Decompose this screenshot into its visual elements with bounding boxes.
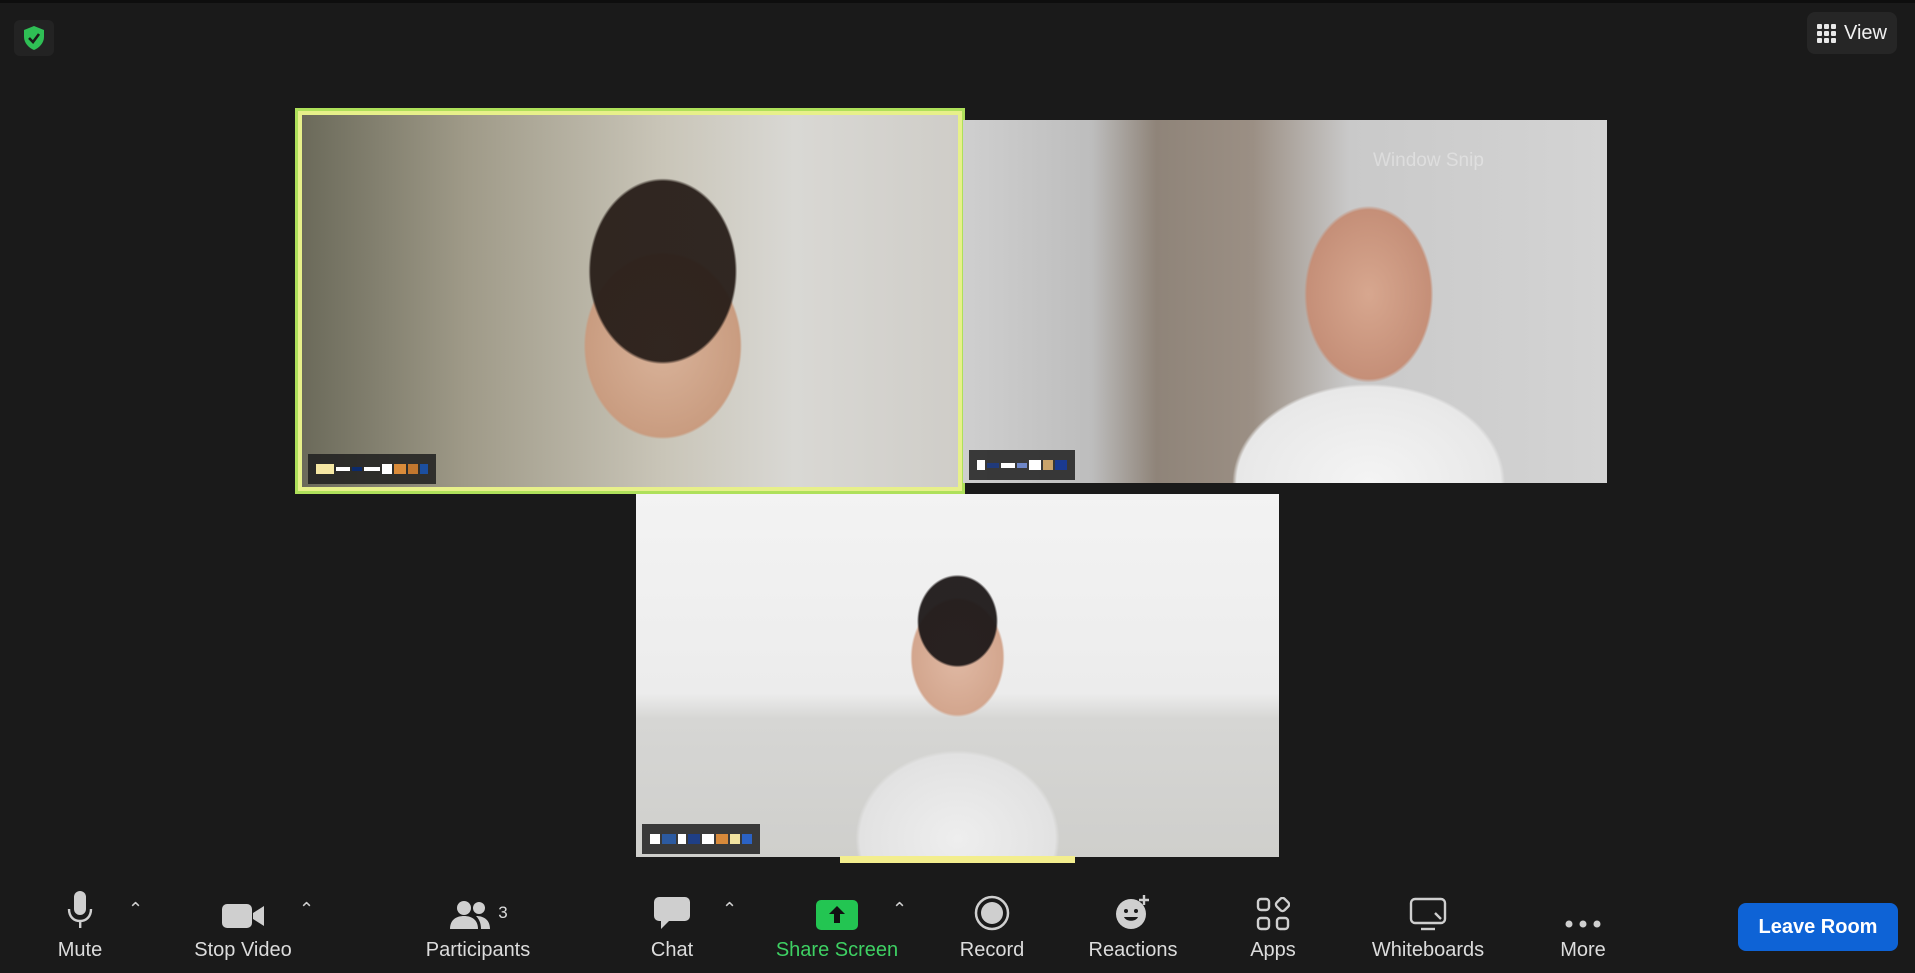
participant-name-tag — [969, 450, 1075, 480]
view-button[interactable]: View — [1807, 12, 1897, 54]
stop-video-label: Stop Video — [194, 939, 292, 961]
more-button[interactable]: More — [1554, 887, 1612, 962]
mute-label: Mute — [57, 939, 103, 961]
top-edge — [0, 0, 1915, 3]
active-speaker-indicator — [840, 856, 1075, 863]
reactions-label: Reactions — [1088, 939, 1178, 961]
video-options-chevron-icon[interactable]: ⌃ — [299, 899, 314, 920]
chat-bubble-icon — [653, 887, 691, 931]
record-button[interactable]: Record — [954, 887, 1030, 962]
window-snip-watermark: Window Snip — [1373, 150, 1484, 171]
whiteboard-icon — [1409, 887, 1447, 931]
video-tile-participant-3[interactable] — [636, 494, 1279, 857]
participants-label: Participants — [425, 939, 531, 961]
share-screen-icon — [816, 887, 858, 931]
apps-label: Apps — [1250, 939, 1296, 961]
participants-icon — [450, 901, 491, 929]
more-label: More — [1560, 939, 1606, 961]
video-tile-participant-1[interactable] — [302, 115, 958, 487]
chat-label: Chat — [650, 939, 694, 961]
video-tile-participant-2[interactable]: Window Snip — [963, 120, 1607, 483]
share-options-chevron-icon[interactable]: ⌃ — [892, 899, 907, 920]
more-dots-icon — [1563, 887, 1603, 931]
participant-name-tag — [642, 824, 760, 854]
reactions-button[interactable]: Reactions — [1084, 887, 1182, 962]
microphone-icon — [65, 887, 95, 931]
record-icon — [974, 887, 1010, 931]
whiteboards-button[interactable]: Whiteboards — [1364, 887, 1492, 962]
apps-icon — [1256, 887, 1290, 931]
chat-button[interactable]: Chat — [640, 887, 704, 962]
participants-button[interactable]: 3 Participants — [420, 887, 536, 962]
participant-count: 3 — [498, 903, 508, 922]
chat-options-chevron-icon[interactable]: ⌃ — [722, 899, 737, 920]
encryption-shield-icon[interactable] — [14, 20, 54, 56]
participants-icon-group: 3 — [448, 887, 508, 931]
meeting-toolbar: Mute ⌃ Stop Video ⌃ 3 Participants Chat … — [0, 873, 1915, 973]
whiteboards-label: Whiteboards — [1371, 939, 1485, 961]
audio-options-chevron-icon[interactable]: ⌃ — [128, 899, 143, 920]
share-screen-label: Share Screen — [775, 939, 899, 961]
apps-button[interactable]: Apps — [1244, 887, 1302, 962]
share-screen-button[interactable]: Share Screen — [770, 887, 904, 962]
view-label: View — [1844, 21, 1887, 44]
record-label: Record — [959, 939, 1025, 961]
participant-name-tag — [308, 454, 436, 484]
mute-button[interactable]: Mute — [48, 887, 112, 962]
reactions-smiley-icon — [1114, 887, 1152, 931]
stop-video-button[interactable]: Stop Video — [185, 887, 301, 962]
leave-room-button[interactable]: Leave Room — [1738, 903, 1898, 951]
video-camera-icon — [221, 887, 265, 931]
grid-view-icon — [1817, 23, 1836, 43]
